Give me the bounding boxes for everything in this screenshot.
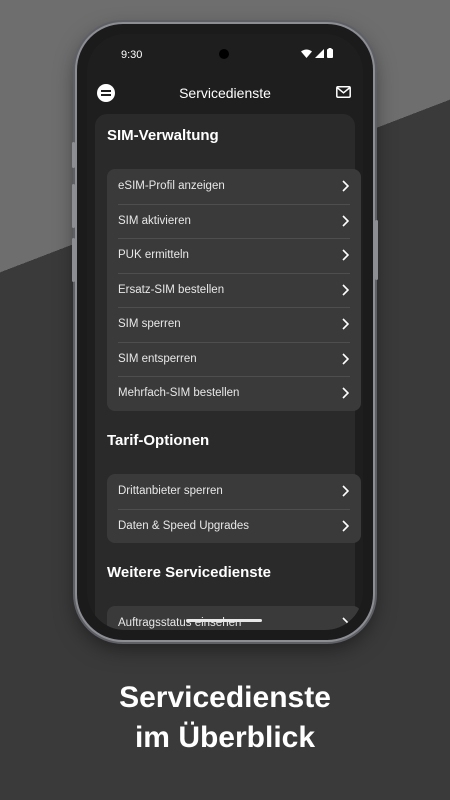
list-item-sim-sperren[interactable]: SIM sperren	[107, 307, 361, 342]
section-title-sim-verwaltung: SIM-Verwaltung	[107, 127, 219, 144]
card-weitere-servicedienste: Auftragsstatus einsehen	[107, 606, 361, 630]
list-item-label: SIM sperren	[118, 318, 181, 331]
chevron-right-icon	[342, 485, 349, 497]
chevron-right-icon	[342, 352, 349, 365]
list-item-label: eSIM-Profil anzeigen	[118, 180, 225, 193]
signal-icon	[315, 49, 324, 58]
app-header: Servicedienste	[87, 76, 363, 112]
list-item-daten-speed-upgrades[interactable]: Daten & Speed Upgrades	[107, 508, 361, 544]
chevron-right-icon	[342, 180, 349, 192]
list-item-drittanbieter-sperren[interactable]: Drittanbieter sperren	[107, 474, 361, 509]
chevron-right-icon	[342, 318, 349, 330]
phone-side-button	[72, 184, 75, 228]
status-bar: 9:30	[87, 34, 363, 72]
list-item-label: Mehrfach-SIM bestellen	[118, 387, 240, 400]
card-tarif-optionen: Drittanbieter sperren Daten & Speed Upgr…	[107, 474, 361, 543]
caption-line-1: Servicedienste	[119, 681, 331, 714]
list-item-label: Daten & Speed Upgrades	[118, 519, 250, 532]
mail-icon[interactable]	[336, 86, 351, 98]
section-title-weitere-servicedienste: Weitere Servicedienste	[107, 564, 271, 581]
list-item-auftragsstatus[interactable]: Auftragsstatus einsehen	[107, 606, 361, 630]
battery-icon	[327, 48, 333, 58]
phone-screen: 9:30 Servicedienste SIM-Verwaltung eSIM-…	[87, 34, 363, 630]
chevron-right-icon	[342, 283, 349, 296]
page-title: Servicedienste	[179, 85, 271, 101]
phone-side-button	[72, 238, 75, 282]
wifi-icon	[301, 49, 312, 58]
list-item-sim-aktivieren[interactable]: SIM aktivieren	[107, 203, 361, 239]
promo-caption: Servicedienste im Überblick	[0, 678, 450, 758]
list-item-esim-profil[interactable]: eSIM-Profil anzeigen	[107, 169, 361, 204]
chevron-right-icon	[342, 387, 349, 399]
list-item-label: SIM aktivieren	[118, 214, 191, 227]
front-camera	[219, 49, 229, 59]
phone-power-button	[375, 220, 378, 280]
list-item-label: Ersatz-SIM bestellen	[118, 283, 225, 296]
list-item-puk-ermitteln[interactable]: PUK ermitteln	[107, 238, 361, 273]
chevron-right-icon	[342, 214, 349, 227]
list-item-label: Drittanbieter sperren	[118, 485, 223, 498]
section-title-tarif-optionen: Tarif-Optionen	[107, 432, 210, 449]
list-item-label: PUK ermitteln	[118, 249, 189, 262]
phone-side-button	[72, 142, 75, 168]
caption-line-2: im Überblick	[134, 721, 316, 754]
home-indicator[interactable]	[186, 619, 262, 622]
card-sim-verwaltung: eSIM-Profil anzeigen SIM aktivieren PUK …	[107, 169, 361, 411]
chevron-right-icon	[342, 519, 349, 532]
status-icons	[301, 48, 333, 58]
content-area: SIM-Verwaltung eSIM-Profil anzeigen SIM …	[95, 114, 361, 630]
phone-frame: 9:30 Servicedienste SIM-Verwaltung eSIM-…	[72, 24, 378, 640]
status-time: 9:30	[121, 49, 143, 61]
list-item-sim-entsperren[interactable]: SIM entsperren	[107, 341, 361, 377]
list-item-mehrfach-sim[interactable]: Mehrfach-SIM bestellen	[107, 376, 361, 411]
list-item-label: SIM entsperren	[118, 352, 197, 365]
list-item-ersatz-sim[interactable]: Ersatz-SIM bestellen	[107, 272, 361, 308]
chevron-right-icon	[342, 617, 349, 629]
chevron-right-icon	[342, 249, 349, 261]
